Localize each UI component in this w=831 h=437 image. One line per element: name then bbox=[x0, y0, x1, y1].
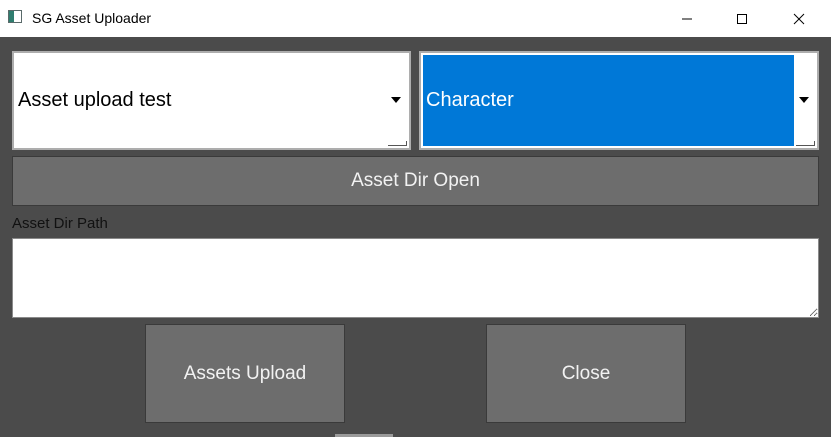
close-icon bbox=[793, 13, 805, 24]
dropdown-arrow-icon[interactable] bbox=[799, 97, 809, 103]
category-combobox-value: Character bbox=[423, 55, 794, 146]
asset-dir-path-field[interactable] bbox=[12, 238, 819, 318]
close-button[interactable]: Close bbox=[486, 324, 686, 423]
main-panel: Asset upload test Character Asset Dir Op… bbox=[0, 37, 831, 437]
minimize-icon bbox=[682, 18, 692, 19]
project-combobox[interactable]: Asset upload test bbox=[12, 51, 411, 150]
app-window-icon bbox=[8, 10, 22, 23]
resize-grip-icon bbox=[388, 141, 407, 146]
minimize-button[interactable] bbox=[664, 0, 710, 37]
dropdown-arrow-icon[interactable] bbox=[391, 97, 401, 103]
title-bar: SG Asset Uploader bbox=[0, 0, 831, 37]
project-combobox-value: Asset upload test bbox=[18, 89, 172, 111]
close-window-button[interactable] bbox=[776, 0, 822, 37]
assets-upload-button[interactable]: Assets Upload bbox=[145, 324, 345, 423]
asset-dir-path-label: Asset Dir Path bbox=[12, 215, 108, 232]
category-combobox[interactable]: Character bbox=[419, 51, 819, 150]
window-title: SG Asset Uploader bbox=[32, 10, 152, 26]
maximize-button[interactable] bbox=[719, 0, 765, 37]
asset-dir-open-button[interactable]: Asset Dir Open bbox=[12, 156, 819, 206]
resize-grip-icon bbox=[796, 141, 815, 146]
maximize-icon bbox=[737, 13, 747, 24]
